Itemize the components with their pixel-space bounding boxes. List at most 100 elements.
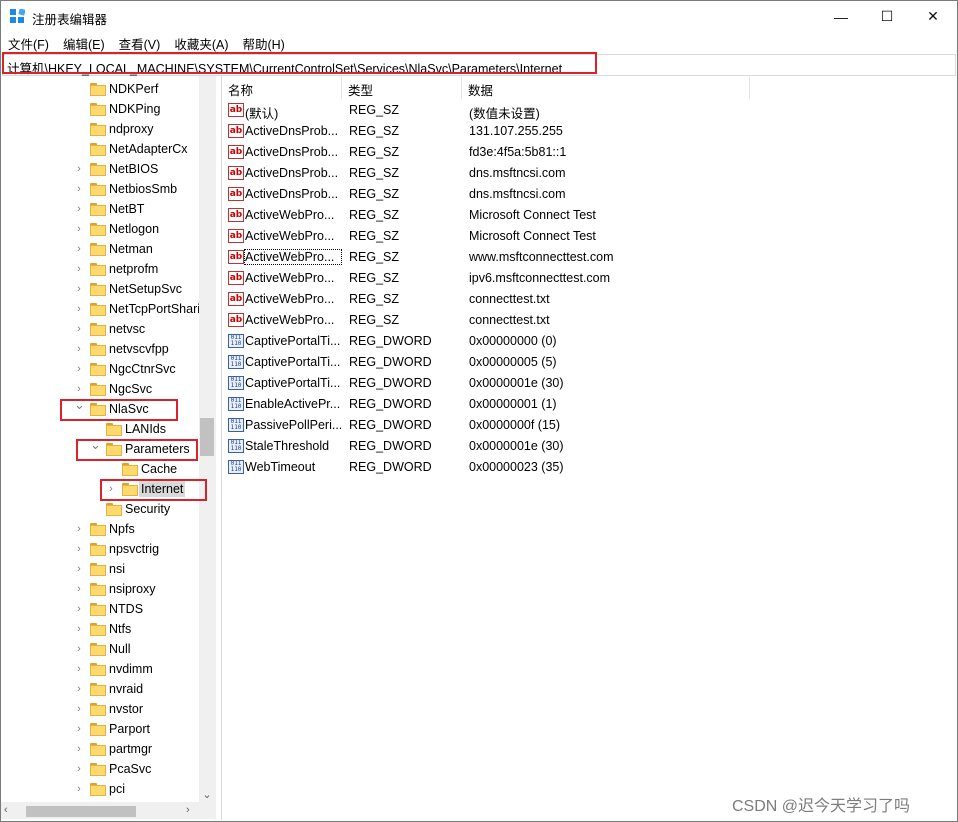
value-row[interactable]: ab ActiveWebPro... REG_SZ connecttest.txt <box>222 310 955 331</box>
tree-item[interactable]: › NetSetupSvc <box>1 280 199 300</box>
chevron-right-icon[interactable]: › <box>74 764 84 775</box>
chevron-right-icon[interactable]: › <box>74 564 84 575</box>
menu-item[interactable]: 收藏夹(A) <box>167 32 235 52</box>
value-row[interactable]: 011 110 CaptivePortalTi... REG_DWORD 0x0000… <box>222 331 955 352</box>
value-row[interactable]: ab ActiveDnsProb... REG_SZ dns.msftncsi.com <box>222 163 955 184</box>
tree-item[interactable]: › NgcSvc <box>1 380 199 400</box>
tree-item[interactable]: › NetBT <box>1 200 199 220</box>
chevron-right-icon[interactable]: › <box>74 784 84 795</box>
tree-item[interactable]: › NetBIOS <box>1 160 199 180</box>
tree-item[interactable]: › NTDS <box>1 600 199 620</box>
tree-vertical-scroll-thumb[interactable] <box>200 418 214 456</box>
maximize-button[interactable]: ☐ <box>864 1 910 32</box>
folder-icon <box>106 503 122 516</box>
tree-item[interactable]: › pci <box>1 780 199 800</box>
value-row[interactable]: ab ActiveDnsProb... REG_SZ dns.msftncsi.com <box>222 184 955 205</box>
chevron-right-icon[interactable]: › <box>74 744 84 755</box>
value-row[interactable]: ab ActiveWebPro... REG_SZ Microsoft Connect… <box>222 226 955 247</box>
tree-item[interactable]: Security <box>1 500 199 520</box>
chevron-right-icon[interactable]: › <box>74 324 84 335</box>
minimize-button[interactable]: — <box>818 1 864 32</box>
value-row[interactable]: ab ActiveDnsProb... REG_SZ fd3e:4f5a:5b81::… <box>222 142 955 163</box>
chevron-right-icon[interactable]: › <box>74 644 84 655</box>
chevron-right-icon[interactable]: › <box>74 584 84 595</box>
value-row[interactable]: 011 110 CaptivePortalTi... REG_DWORD 0x0000… <box>222 352 955 373</box>
tree-item[interactable]: NDKPing <box>1 100 199 120</box>
chevron-right-icon[interactable]: › <box>74 264 84 275</box>
tree-item[interactable]: NDKPerf <box>1 80 199 100</box>
tree-item[interactable]: › nsi <box>1 560 199 580</box>
tree-item[interactable]: › netvscvfpp <box>1 340 199 360</box>
tree-item[interactable]: › netprofm <box>1 260 199 280</box>
column-header-data[interactable]: 数据 <box>462 77 750 99</box>
chevron-right-icon[interactable]: › <box>74 724 84 735</box>
menu-item[interactable]: 帮助(H) <box>235 32 291 52</box>
tree-item[interactable]: › PcaSvc <box>1 760 199 780</box>
chevron-right-icon[interactable]: › <box>74 704 84 715</box>
chevron-right-icon[interactable]: › <box>74 224 84 235</box>
value-row[interactable]: 011 110 WebTimeout REG_DWORD 0x00000023 (35… <box>222 457 955 478</box>
scroll-right-arrow-icon[interactable]: › <box>186 804 190 816</box>
scroll-left-arrow-icon[interactable]: ‹ <box>4 804 8 816</box>
dword-value-icon: 011 110 <box>228 376 244 390</box>
tree-item[interactable]: › NetbiosSmb <box>1 180 199 200</box>
menu-item[interactable]: 查看(V) <box>112 32 168 52</box>
close-button[interactable]: ✕ <box>910 1 956 32</box>
tree-item[interactable]: › nsiproxy <box>1 580 199 600</box>
chevron-right-icon[interactable]: › <box>74 344 84 355</box>
tree-item[interactable]: › Netman <box>1 240 199 260</box>
chevron-right-icon[interactable]: › <box>74 624 84 635</box>
value-row[interactable]: ab ActiveDnsProb... REG_SZ 131.107.255.255 <box>222 121 955 142</box>
column-header-type[interactable]: 类型 <box>342 77 462 99</box>
tree-item[interactable]: › Ntfs <box>1 620 199 640</box>
tree-item[interactable]: › netvsc <box>1 320 199 340</box>
chevron-right-icon[interactable]: › <box>74 544 84 555</box>
chevron-right-icon[interactable]: › <box>74 184 84 195</box>
chevron-right-icon[interactable]: › <box>74 304 84 315</box>
value-row[interactable]: 011 110 EnableActivePr... REG_DWORD 0x00000… <box>222 394 955 415</box>
menu-bar: 文件(F) 编辑(E) 查看(V) 收藏夹(A) 帮助(H) <box>1 32 957 52</box>
value-data: 0x00000000 (0) <box>469 334 557 348</box>
chevron-right-icon[interactable]: › <box>74 284 84 295</box>
value-name: (默认) <box>245 107 279 121</box>
chevron-right-icon[interactable]: › <box>74 664 84 675</box>
value-row[interactable]: ab ActiveWebPro... REG_SZ www.msftconnectte… <box>222 247 955 268</box>
tree-item[interactable]: › NetTcpPortSharing <box>1 300 214 320</box>
tree-item[interactable]: › NgcCtnrSvc <box>1 360 199 380</box>
value-row[interactable]: 011 110 CaptivePortalTi... REG_DWORD 0x0000… <box>222 373 955 394</box>
tree-item[interactable]: ndproxy <box>1 120 199 140</box>
menu-item[interactable]: 文件(F) <box>1 32 56 52</box>
chevron-right-icon[interactable]: › <box>74 204 84 215</box>
value-row[interactable]: 011 110 PassivePollPeri... REG_DWORD 0x0000… <box>222 415 955 436</box>
menu-item[interactable]: 编辑(E) <box>56 32 112 52</box>
chevron-right-icon[interactable]: › <box>74 384 84 395</box>
column-header-name[interactable]: 名称 <box>222 77 342 99</box>
tree-item-label: LANIds <box>125 422 166 436</box>
chevron-right-icon[interactable]: › <box>74 364 84 375</box>
tree-horizontal-scroll-thumb[interactable] <box>26 806 136 817</box>
value-row[interactable]: ab ActiveWebPro... REG_SZ Microsoft Connect… <box>222 205 955 226</box>
tree-item[interactable]: NetAdapterCx <box>1 140 199 160</box>
tree-item[interactable]: › nvstor <box>1 700 199 720</box>
tree-item[interactable]: › Netlogon <box>1 220 199 240</box>
tree-item[interactable]: › Npfs <box>1 520 199 540</box>
tree-item[interactable]: › npsvctrig <box>1 540 199 560</box>
tree-item[interactable]: › nvdimm <box>1 660 199 680</box>
tree-item[interactable]: Cache <box>1 460 199 480</box>
value-row[interactable]: ab (默认) REG_SZ (数值未设置) <box>222 100 955 121</box>
folder-icon <box>90 683 106 696</box>
value-row[interactable]: ab ActiveWebPro... REG_SZ ipv6.msftconnectt… <box>222 268 955 289</box>
tree-item[interactable]: › nvraid <box>1 680 199 700</box>
tree-item[interactable]: › Null <box>1 640 199 660</box>
scroll-down-arrow-icon[interactable]: ⌄ <box>199 788 215 802</box>
chevron-right-icon[interactable]: › <box>74 684 84 695</box>
chevron-right-icon[interactable]: › <box>74 524 84 535</box>
chevron-right-icon[interactable]: › <box>74 604 84 615</box>
chevron-right-icon[interactable]: › <box>74 244 84 255</box>
value-row[interactable]: ab ActiveWebPro... REG_SZ connecttest.txt <box>222 289 955 310</box>
value-row[interactable]: 011 110 StaleThreshold REG_DWORD 0x0000001e… <box>222 436 955 457</box>
tree-item[interactable]: › Parport <box>1 720 199 740</box>
value-name: CaptivePortalTi... <box>245 334 341 348</box>
chevron-right-icon[interactable]: › <box>74 164 84 175</box>
tree-item[interactable]: › partmgr <box>1 740 199 760</box>
